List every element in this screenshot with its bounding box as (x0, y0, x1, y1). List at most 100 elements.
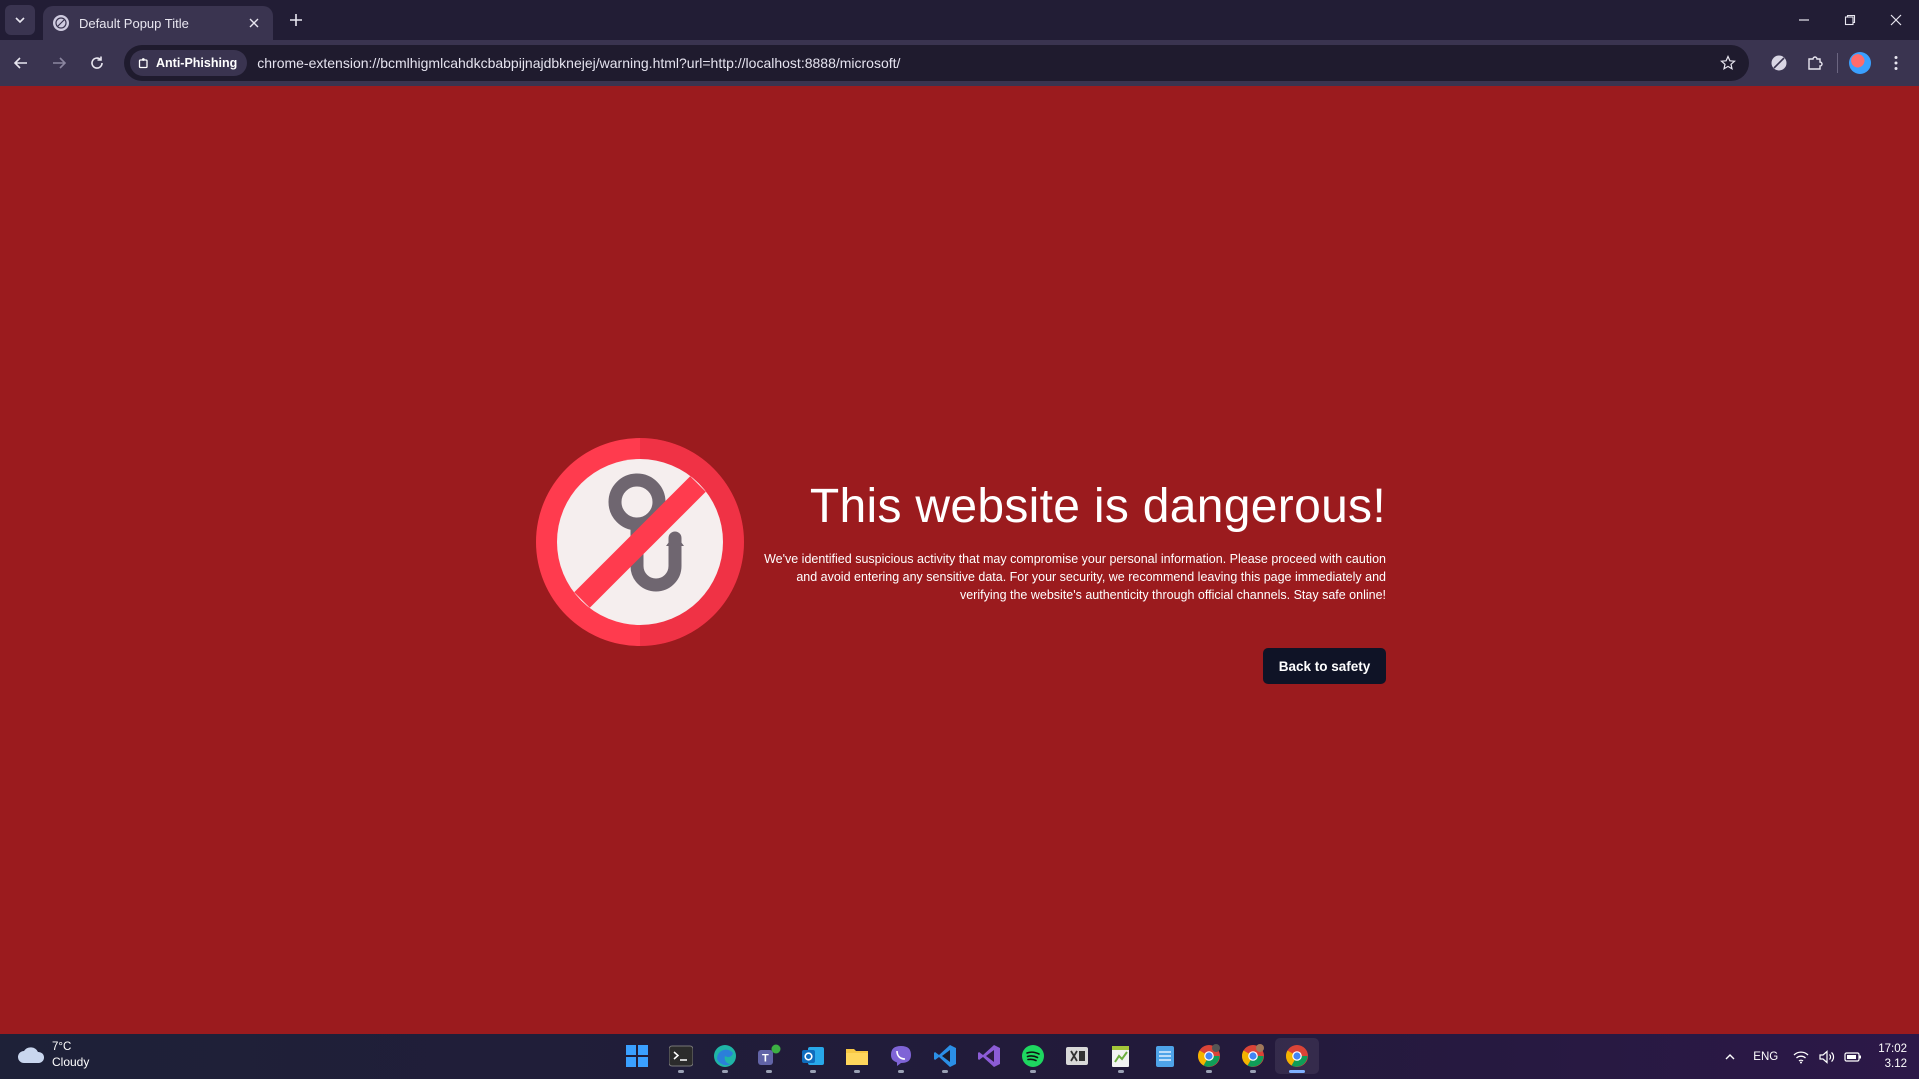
star-icon (1720, 55, 1736, 71)
weather-widget[interactable]: 7°C Cloudy (16, 1040, 89, 1070)
tab-active[interactable]: Default Popup Title (43, 6, 273, 40)
tab-strip: Default Popup Title (0, 0, 1919, 40)
taskbar-chrome-profile-2[interactable] (1231, 1038, 1275, 1074)
taskbar-notepad[interactable] (1143, 1038, 1187, 1074)
viber-icon (891, 1046, 911, 1066)
show-hidden-icons-button[interactable] (1717, 1042, 1743, 1072)
site-info-label: Anti-Phishing (156, 56, 238, 70)
taskbar-teams[interactable]: T (747, 1038, 791, 1074)
bookmark-star-button[interactable] (1713, 48, 1743, 78)
window-controls (1781, 0, 1919, 40)
running-indicator (810, 1070, 816, 1073)
running-indicator (1289, 1070, 1305, 1073)
restore-icon (1844, 14, 1856, 26)
warning-page: This website is dangerous! We've identif… (0, 86, 1919, 1034)
taskbar-apps: T (615, 1038, 1319, 1074)
extension-favicon-icon (53, 15, 69, 31)
taskbar-file-explorer[interactable] (835, 1038, 879, 1074)
running-indicator (898, 1070, 904, 1073)
running-indicator (766, 1070, 772, 1073)
wifi-button[interactable] (1788, 1042, 1814, 1072)
running-indicator (678, 1070, 684, 1073)
arrow-right-icon (53, 57, 67, 69)
profile-button[interactable] (1842, 45, 1878, 81)
battery-button[interactable] (1840, 1042, 1866, 1072)
weather-temp: 7°C (52, 1041, 72, 1053)
tab-close-icon[interactable] (245, 14, 263, 32)
warning-text-block: This website is dangerous! We've identif… (756, 478, 1386, 604)
edge-icon (714, 1045, 736, 1067)
wifi-icon (1793, 1050, 1809, 1063)
teams-icon: T (758, 1044, 781, 1065)
forward-button[interactable] (42, 46, 76, 80)
vscode-icon (934, 1045, 956, 1067)
warning-title: This website is dangerous! (809, 480, 1386, 533)
reload-button[interactable] (80, 46, 114, 80)
minimize-icon (1799, 19, 1809, 21)
anti-phishing-extension-button[interactable] (1761, 45, 1797, 81)
toolbar-divider (1837, 53, 1838, 73)
notepad-icon (1156, 1046, 1174, 1067)
puzzle-icon (1808, 56, 1823, 70)
toolbar-actions (1761, 45, 1914, 81)
chrome-icon (1286, 1045, 1308, 1067)
taskbar: 7°C Cloudy T ENG 17:02 3.12 (0, 1034, 1919, 1079)
warning-message: We've identified suspicious activity tha… (764, 552, 1386, 602)
no-fishing-hook-icon (536, 438, 744, 646)
site-info-chip[interactable]: Anti-Phishing (130, 50, 248, 76)
taskbar-outlook[interactable] (791, 1038, 835, 1074)
restore-button[interactable] (1827, 0, 1873, 40)
running-indicator (1206, 1070, 1212, 1073)
taskbar-visual-studio[interactable] (967, 1038, 1011, 1074)
close-icon (1890, 14, 1902, 26)
taskbar-chrome-profile-1[interactable] (1187, 1038, 1231, 1074)
outlook-icon (802, 1047, 824, 1065)
arrow-left-icon (13, 57, 27, 69)
running-indicator (942, 1070, 948, 1073)
taskbar-vscode[interactable] (923, 1038, 967, 1074)
running-indicator (1030, 1070, 1036, 1073)
weather-desc: Cloudy (52, 1055, 90, 1069)
taskbar-edge[interactable] (703, 1038, 747, 1074)
notepadpp-icon (1112, 1046, 1129, 1067)
terminal-icon (669, 1045, 693, 1067)
battery-icon (1844, 1051, 1862, 1062)
address-bar[interactable]: Anti-Phishing chrome-extension://bcmlhig… (124, 45, 1749, 81)
url-text[interactable]: chrome-extension://bcmlhigmlcahdkcbabpij… (257, 55, 1713, 71)
cloud-icon (18, 1047, 45, 1063)
tab-title: Default Popup Title (79, 15, 189, 31)
reload-icon (91, 56, 103, 69)
close-window-button[interactable] (1873, 0, 1919, 40)
minimize-button[interactable] (1781, 0, 1827, 40)
spotify-icon (1022, 1045, 1044, 1067)
windows-start-icon (626, 1045, 648, 1067)
plus-icon (290, 14, 302, 26)
chrome-icon (1242, 1044, 1264, 1067)
language-indicator[interactable]: ENG (1753, 1051, 1778, 1063)
new-tab-button[interactable] (281, 5, 311, 35)
volume-button[interactable] (1814, 1042, 1840, 1072)
taskbar-chrome-active[interactable] (1275, 1038, 1319, 1074)
taskbar-terminal[interactable] (659, 1038, 703, 1074)
taskbar-notepadpp[interactable] (1099, 1038, 1143, 1074)
back-button[interactable] (4, 46, 38, 80)
clock[interactable]: 17:02 3.12 (1878, 1042, 1907, 1072)
start-button[interactable] (615, 1038, 659, 1074)
tab-search-button[interactable] (5, 5, 35, 35)
kebab-menu-icon (1894, 56, 1898, 70)
extensions-button[interactable] (1797, 45, 1833, 81)
clock-date: 3.12 (1884, 1057, 1907, 1070)
excel-tool-icon (1066, 1047, 1088, 1065)
chevron-down-icon (15, 17, 25, 24)
taskbar-xml-tool[interactable] (1055, 1038, 1099, 1074)
back-to-safety-button[interactable]: Back to safety (1263, 648, 1386, 684)
menu-button[interactable] (1878, 45, 1914, 81)
speaker-icon (1819, 1049, 1835, 1064)
chevron-up-icon (1725, 1053, 1735, 1059)
browser-toolbar: Anti-Phishing chrome-extension://bcmlhig… (0, 40, 1919, 86)
taskbar-spotify[interactable] (1011, 1038, 1055, 1074)
taskbar-viber[interactable] (879, 1038, 923, 1074)
folder-icon (846, 1049, 868, 1065)
svg-text:T: T (762, 1053, 769, 1065)
running-indicator (854, 1070, 860, 1073)
